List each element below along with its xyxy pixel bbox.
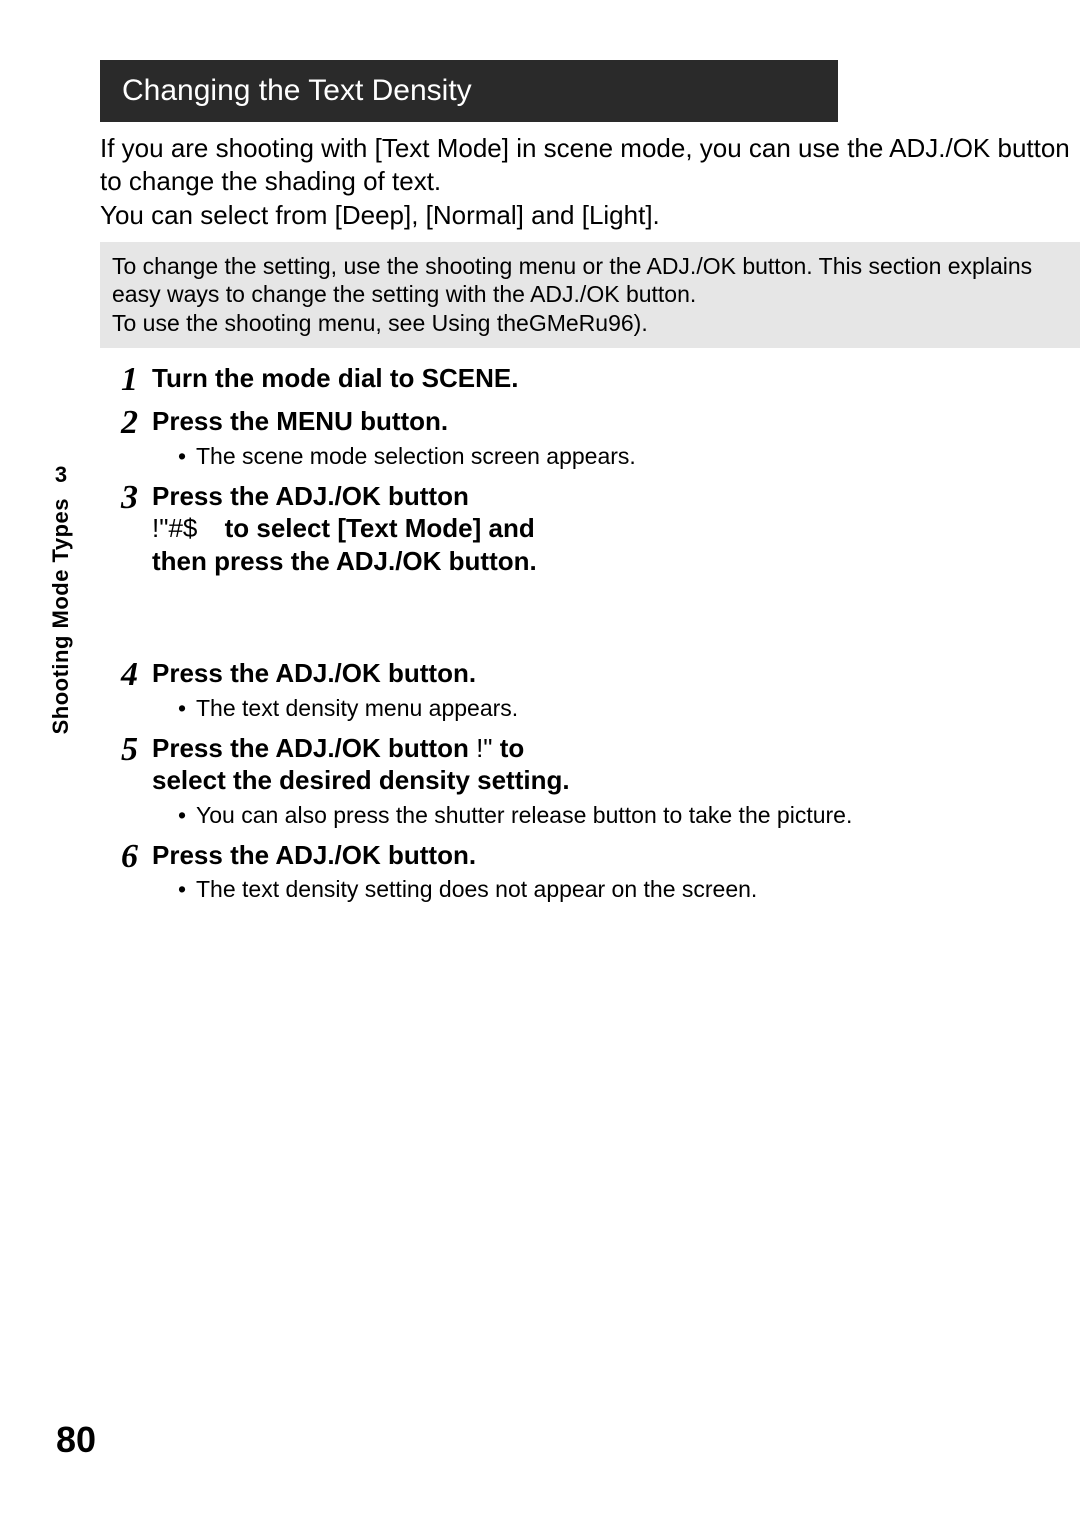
step-5: 5 Press the ADJ./OK button !" to select … [100,732,1080,831]
direction-symbols: !"#$ [152,513,197,543]
intro-line-1: If you are shooting with [Text Mode] in … [100,132,1080,197]
step-number: 2 [100,405,138,441]
side-label: Shooting Mode Types [48,498,74,734]
step-title: Press the ADJ./OK button. [152,657,1080,690]
page: 3 Shooting Mode Types Changing the Text … [0,0,1080,1521]
step-bullet: The text density menu appears. [178,694,1080,724]
step-title: Press the MENU button. [152,405,1080,438]
step-2: 2 Press the MENU button. The scene mode … [100,405,1080,471]
step-bullet: The scene mode selection screen appears. [178,442,1080,472]
step-3: 3 Press the ADJ./OK button !"#$ to selec… [100,480,1080,578]
side-tab: 3 Shooting Mode Types [48,462,74,734]
intro-line-2: You can select from [Deep], [Normal] and… [100,199,1080,232]
intro-text: If you are shooting with [Text Mode] in … [100,132,1080,232]
step-number: 6 [100,839,138,875]
step-bullet: You can also press the shutter release b… [178,801,1080,831]
page-number: 80 [56,1419,96,1461]
step-title: Press the ADJ./OK button !"#$ to select … [152,480,572,578]
step-number: 1 [100,362,138,398]
step-title: Press the ADJ./OK button. [152,839,1080,872]
chapter-number: 3 [55,462,67,488]
section-header: Changing the Text Density [100,60,838,122]
step-title: Turn the mode dial to SCENE. [152,362,1080,395]
direction-symbols: !" [476,733,492,763]
content-area: Changing the Text Density If you are sho… [100,60,1080,1521]
step-4: 4 Press the ADJ./OK button. The text den… [100,657,1080,723]
step-number: 3 [100,480,138,516]
step-number: 4 [100,657,138,693]
note-box: To change the setting, use the shooting … [100,242,1080,348]
steps-list: 1 Turn the mode dial to SCENE. 2 Press t… [100,362,1080,905]
note-line-1: To change the setting, use the shooting … [112,252,1068,310]
note-line-2: To use the shooting menu, see Using theG… [112,309,1068,338]
step-1: 1 Turn the mode dial to SCENE. [100,362,1080,398]
step-6: 6 Press the ADJ./OK button. The text den… [100,839,1080,905]
step-number: 5 [100,732,138,768]
step-title: Press the ADJ./OK button !" to select th… [152,732,572,797]
step-bullet: The text density setting does not appear… [178,875,1080,905]
